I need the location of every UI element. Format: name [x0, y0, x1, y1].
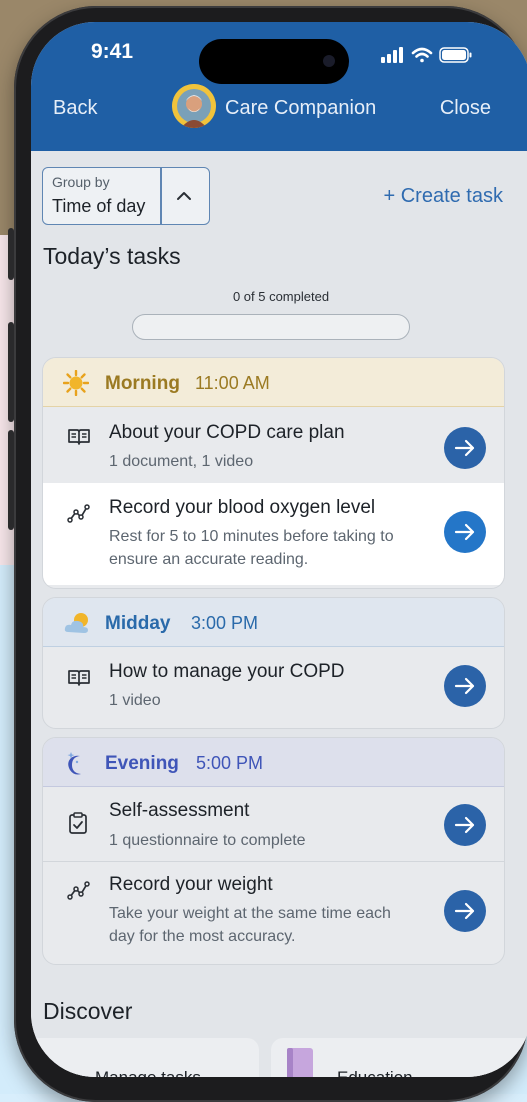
signal-icon — [381, 47, 403, 63]
phone-screen: 9:41 Back Care Companion Close Group by … — [31, 22, 527, 1077]
group-by-divider — [160, 168, 162, 224]
section-morning: Morning 11:00 AM About your COPD care pl… — [42, 357, 505, 589]
section-midday: Midday 3:00 PM How to manage your COPD 1… — [42, 597, 505, 729]
open-task-button[interactable] — [444, 427, 486, 469]
task-title: About your COPD care plan — [109, 422, 345, 443]
section-name: Midday — [105, 613, 171, 634]
wifi-icon — [411, 47, 433, 63]
task-title: Record your blood oxygen level — [109, 497, 376, 518]
open-task-button[interactable] — [444, 511, 486, 553]
task-item[interactable]: How to manage your COPD 1 video — [43, 647, 504, 727]
chart-line-icon — [67, 504, 90, 523]
close-button[interactable]: Close — [440, 97, 491, 120]
avatar — [172, 84, 216, 128]
create-task-button[interactable]: + Create task — [383, 185, 503, 208]
main-content: Group by Time of day + Create task Today… — [31, 151, 527, 1077]
app-header: 9:41 Back Care Companion Close — [31, 22, 527, 151]
task-title: Self-assessment — [109, 800, 250, 821]
section-time: 5:00 PM — [196, 753, 264, 773]
volume-up-button — [8, 322, 14, 422]
book-icon — [68, 429, 90, 445]
status-icons — [381, 44, 477, 71]
section-header: Midday 3:00 PM — [43, 598, 504, 647]
app-title: Care Companion — [225, 97, 377, 119]
camera-dot — [323, 55, 335, 67]
book-icon — [68, 670, 90, 686]
discover-card-label: Education — [337, 1068, 413, 1077]
task-item[interactable]: About your COPD care plan 1 document, 1 … — [43, 407, 504, 483]
task-item[interactable]: Self-assessment 1 questionnaire to compl… — [43, 787, 504, 861]
sun-icon — [63, 370, 89, 396]
task-subtitle: Take your weight at the same time each d… — [109, 905, 391, 945]
task-subtitle: Rest for 5 to 10 minutes before taking t… — [109, 528, 394, 568]
task-title: Record your weight — [109, 874, 273, 895]
task-item[interactable]: Record your weight Take your weight at t… — [43, 861, 504, 964]
group-by-label: Group by — [52, 174, 110, 190]
task-title: How to manage your COPD — [109, 661, 345, 682]
discover-card-manage-tasks[interactable]: Manage tasks — [31, 1038, 259, 1077]
volume-down-button — [8, 430, 14, 530]
section-name: Evening — [105, 753, 179, 774]
progress-text: 0 of 5 completed — [232, 289, 330, 304]
task-subtitle: 1 document, 1 video — [109, 453, 254, 470]
discover-heading: Discover — [43, 998, 133, 1024]
clipboard-check-icon — [69, 812, 87, 834]
arrow-right-icon — [454, 439, 475, 457]
arrow-right-icon — [454, 902, 475, 920]
task-subtitle: 1 questionnaire to complete — [109, 832, 306, 849]
section-time: 3:00 PM — [191, 613, 259, 633]
arrow-right-icon — [454, 677, 475, 695]
section-evening: Evening 5:00 PM Self-assessment 1 questi… — [42, 737, 505, 965]
group-by-value: Time of day — [52, 196, 146, 216]
dynamic-island — [199, 39, 349, 84]
open-task-button[interactable] — [444, 804, 486, 846]
status-time: 9:41 — [91, 40, 134, 63]
open-task-button[interactable] — [444, 665, 486, 707]
partly-cloudy-icon — [64, 613, 88, 633]
back-button[interactable]: Back — [53, 97, 97, 120]
task-item-highlighted[interactable]: Record your blood oxygen level Rest for … — [43, 483, 504, 585]
open-task-button[interactable] — [444, 890, 486, 932]
task-subtitle: 1 video — [109, 692, 161, 709]
section-time: 11:00 AM — [195, 373, 270, 393]
discover-card-label: Manage tasks — [95, 1068, 201, 1077]
chevron-up-icon[interactable] — [172, 184, 196, 208]
discover-card-education[interactable]: Education — [271, 1038, 527, 1077]
arrow-right-icon — [454, 816, 475, 834]
progress-bar — [132, 314, 410, 340]
chart-line-icon — [67, 881, 90, 900]
arrow-right-icon — [454, 523, 475, 541]
moon-icon — [67, 752, 81, 775]
book-illustration-icon — [287, 1048, 313, 1077]
section-header: Morning 11:00 AM — [43, 358, 504, 407]
group-by-select[interactable]: Group by Time of day — [42, 167, 210, 225]
section-name: Morning — [105, 373, 180, 394]
section-header: Evening 5:00 PM — [43, 738, 504, 787]
battery-icon — [439, 47, 472, 63]
side-button — [8, 228, 14, 280]
todays-tasks-heading: Today’s tasks — [43, 243, 181, 269]
